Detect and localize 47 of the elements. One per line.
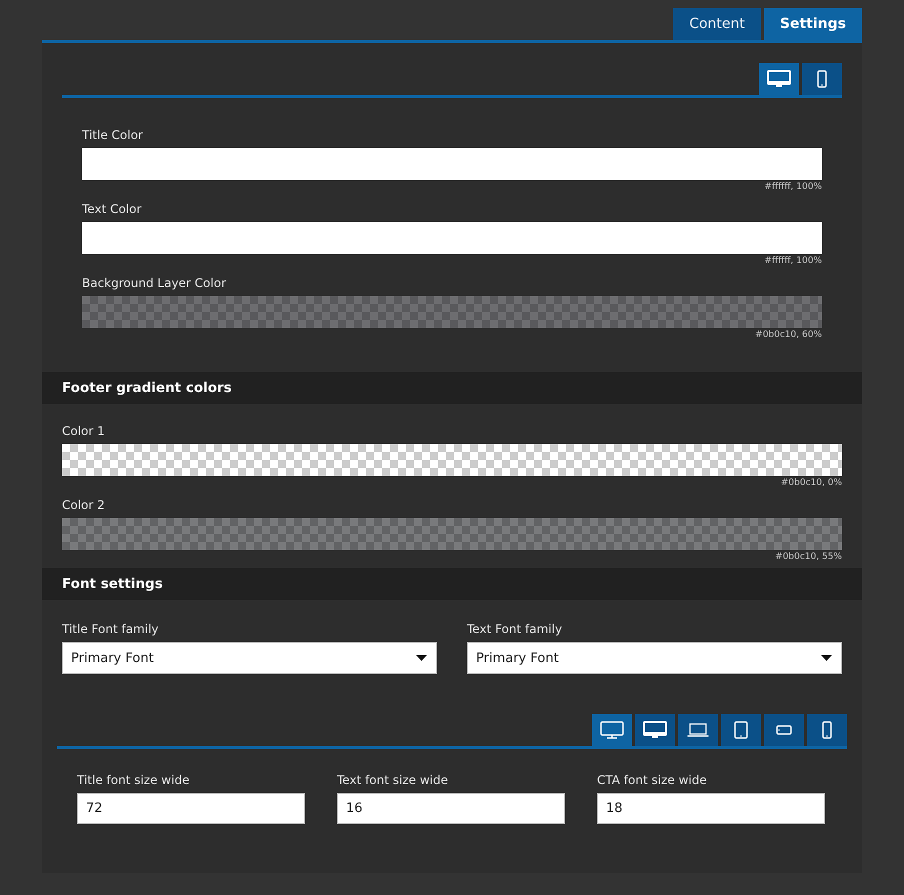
field-label: Title Font family: [62, 622, 160, 636]
color-swatch[interactable]: [62, 518, 842, 550]
select-field[interactable]: Primary Font: [467, 642, 842, 674]
color-value: #0b0c10, 60%: [755, 330, 822, 340]
tablet-icon: [734, 721, 748, 739]
field-label: Text font size wide: [337, 773, 450, 787]
device-button[interactable]: [764, 714, 804, 746]
field-label: CTA font size wide: [597, 773, 708, 787]
desktop-icon: [643, 721, 667, 739]
phone-icon: [817, 70, 827, 88]
device-button[interactable]: [678, 714, 718, 746]
color-value: #ffffff, 100%: [764, 182, 822, 192]
color-value: #0b0c10, 55%: [775, 552, 842, 562]
field-label: Title font size wide: [77, 773, 190, 787]
field-label: Color 2: [62, 498, 106, 512]
monitor-icon: [600, 721, 624, 739]
input-field[interactable]: 72: [77, 793, 305, 824]
tab[interactable]: Content: [673, 8, 761, 40]
device-button[interactable]: [807, 714, 847, 746]
field-label: Color 1: [62, 424, 106, 438]
tab[interactable]: Settings: [764, 8, 862, 40]
color-swatch[interactable]: [82, 296, 822, 328]
device-button[interactable]: [802, 63, 842, 95]
phone-icon: [822, 721, 832, 739]
field-label: Text Font family: [467, 622, 564, 636]
device-button[interactable]: [721, 714, 761, 746]
device-button[interactable]: [635, 714, 675, 746]
desktop-icon: [767, 70, 791, 88]
input-field[interactable]: 16: [337, 793, 565, 824]
color-swatch[interactable]: [62, 444, 842, 476]
caret-icon: [821, 655, 832, 661]
section-title: Footer gradient colors: [62, 380, 232, 396]
input-field[interactable]: 18: [597, 793, 825, 824]
color-value: #0b0c10, 0%: [780, 478, 842, 488]
device-button[interactable]: [759, 63, 799, 95]
select-field[interactable]: Primary Font: [62, 642, 437, 674]
caret-icon: [416, 655, 427, 661]
laptop-icon: [687, 723, 709, 737]
field-label: Text Color: [82, 202, 142, 216]
color-swatch[interactable]: [82, 222, 822, 254]
field-label: Title Color: [82, 128, 144, 142]
field-label: Background Layer Color: [82, 276, 228, 290]
color-swatch[interactable]: [82, 148, 822, 180]
phone-landscape-icon: [776, 725, 792, 735]
device-button[interactable]: [592, 714, 632, 746]
color-value: #ffffff, 100%: [764, 256, 822, 266]
section-title: Font settings: [62, 576, 163, 592]
